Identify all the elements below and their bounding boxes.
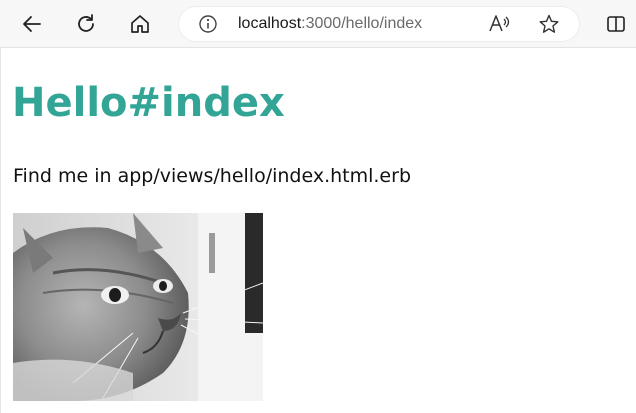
cat-photo <box>13 213 263 401</box>
url-host: localhost <box>238 15 302 32</box>
home-button[interactable] <box>122 6 158 42</box>
page-description: Find me in app/views/hello/index.html.er… <box>13 165 411 187</box>
url-text[interactable]: localhost:3000/hello/index <box>238 15 422 33</box>
split-screen-icon <box>605 13 627 35</box>
back-button[interactable] <box>14 6 50 42</box>
info-icon[interactable] <box>198 14 218 39</box>
read-aloud-icon[interactable] <box>488 13 512 40</box>
url-path: :3000/hello/index <box>301 15 423 32</box>
back-arrow-icon <box>21 13 43 35</box>
star-icon[interactable] <box>538 13 560 40</box>
page-content: Hello#index Find me in app/views/hello/i… <box>0 48 636 413</box>
home-icon <box>129 13 151 35</box>
page-title: Hello#index <box>12 80 285 126</box>
address-bar[interactable]: localhost:3000/hello/index <box>178 6 580 42</box>
refresh-icon <box>75 13 97 35</box>
refresh-button[interactable] <box>68 6 104 42</box>
browser-toolbar: localhost:3000/hello/index <box>0 0 636 48</box>
split-screen-button[interactable] <box>598 6 634 42</box>
